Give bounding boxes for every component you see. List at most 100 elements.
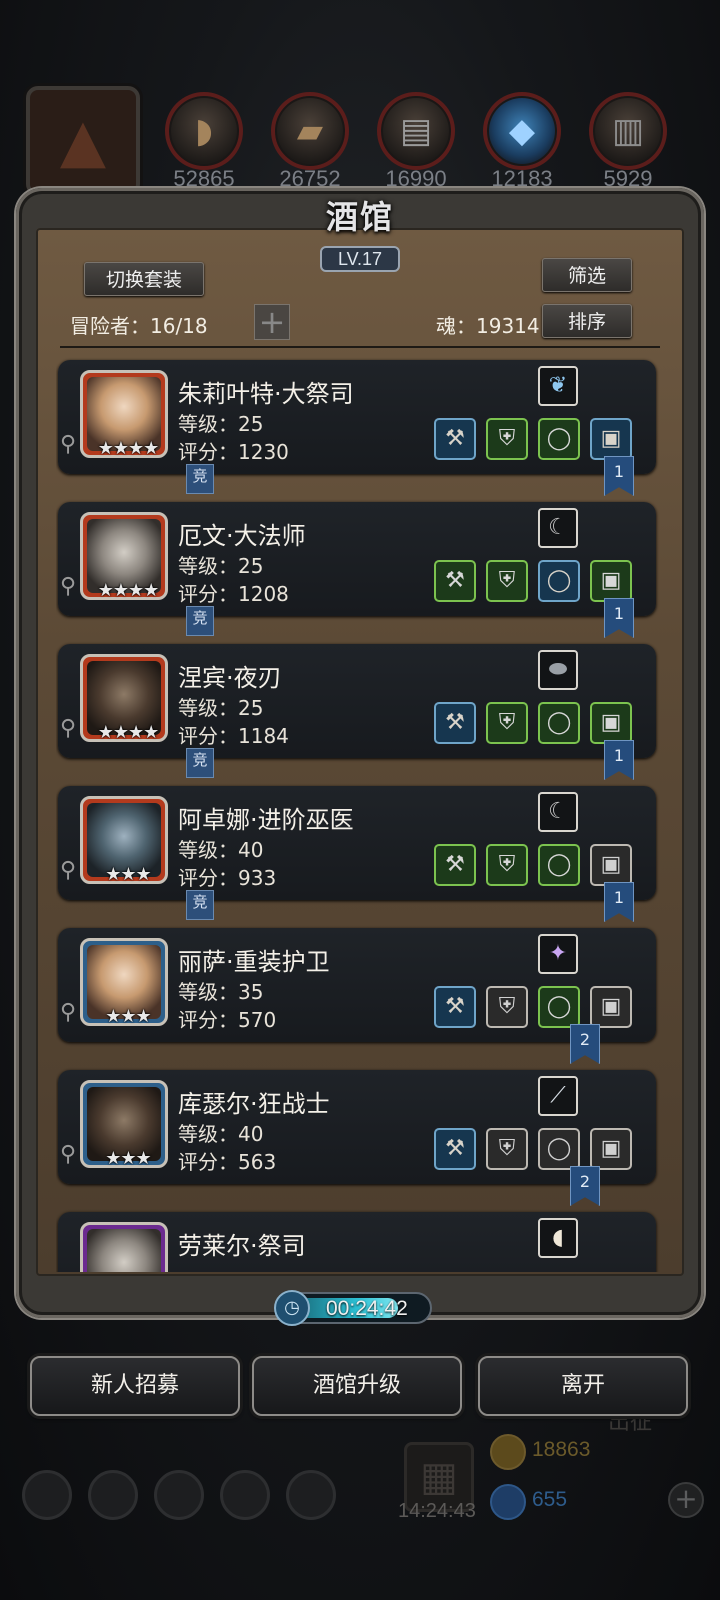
team-ribbon: 1	[604, 456, 634, 496]
equipment-slot-icon[interactable]: ⚒	[434, 844, 476, 886]
resource-crystal: ◆ 12183	[480, 86, 564, 192]
hero-row[interactable]: ★★★★ ⚲ 涅宾·夜刃 等级：25 评分：1184 ⬬ ⚒ ⛨ ◯ ▣ 竞 1	[56, 640, 660, 784]
claw-skill-icon[interactable]: ☾	[538, 792, 578, 832]
equipment-slot-icon[interactable]: ▣	[590, 986, 632, 1028]
crystal-icon: ◆	[508, 111, 536, 151]
arena-tag: 竞	[186, 748, 214, 778]
gear-icon	[22, 1470, 72, 1520]
hero-row[interactable]: ★★★★ ⚲ 朱莉叶特·大祭司 等级：25 评分：1230 ❦ ⚒ ⛨ ◯ ▣ 竞 1	[56, 356, 660, 500]
timer-text: 00:24:42	[326, 1297, 408, 1320]
equipment-slot-icon[interactable]: ⚒	[434, 986, 476, 1028]
hero-card[interactable]: ★★★★ ⚲ 厄文·大法师 等级：25 评分：1208 ☾ ⚒ ⛨ ◯ ▣	[58, 502, 656, 616]
blade-skill-icon[interactable]: ⟋	[538, 1076, 578, 1116]
resource-wood: ▰ 26752	[268, 86, 352, 192]
add-adventurer-button[interactable]: +	[254, 304, 290, 340]
equipment-slot-icon[interactable]: ⛨	[486, 702, 528, 744]
hero-name: 丽萨·重装护卫	[178, 948, 330, 976]
equipment-slot-icon[interactable]: ⚒	[434, 1128, 476, 1170]
adventurer-icon: ⚲	[60, 432, 77, 457]
hero-card[interactable]: 劳莱尔·祭司 ◖	[58, 1212, 656, 1272]
stone-skill-icon[interactable]: ⬬	[538, 650, 578, 690]
equipment-slot-icon[interactable]: ▣	[590, 560, 632, 602]
castle-icon	[154, 1470, 204, 1520]
hero-portrait[interactable]	[80, 1222, 168, 1272]
resource-iron: ▤ 16990	[374, 86, 458, 192]
switch-outfit-button[interactable]: 切换套装	[84, 262, 204, 296]
equipment-slot-icon[interactable]: ▣	[590, 418, 632, 460]
hero-row[interactable]: ★★★ ⚲ 阿卓娜·进阶巫医 等级：40 评分：933 ☾ ⚒ ⛨ ◯ ▣ 竞 1	[56, 782, 660, 926]
star-rating: ★★★★	[97, 580, 160, 601]
hero-level: 等级：40	[178, 838, 264, 862]
star-rating: ★★★★	[97, 722, 160, 743]
hero-score: 评分：1230	[178, 440, 289, 464]
hero-score: 评分：563	[178, 1150, 277, 1174]
adventurer-icon: ⚲	[60, 858, 77, 883]
hero-level: 等级：25	[178, 696, 264, 720]
equipment-slot-icon[interactable]: ▣	[590, 702, 632, 744]
filter-button[interactable]: 筛选	[542, 258, 632, 292]
add-currency-icon: +	[668, 1482, 704, 1518]
gem-skill-icon[interactable]: ✦	[538, 934, 578, 974]
hero-list[interactable]: ★★★★ ⚲ 朱莉叶特·大祭司 等级：25 评分：1230 ❦ ⚒ ⛨ ◯ ▣ 竞 1 ★★★★ ⚲ 厄文·…	[56, 356, 660, 1272]
equipment-slot-icon[interactable]: ⛨	[486, 844, 528, 886]
team-ribbon: 1	[604, 598, 634, 638]
equipment-slot-icon[interactable]: ◯	[538, 560, 580, 602]
equipment-slot-icon[interactable]: ◯	[538, 986, 580, 1028]
gift-timer: 14:24:43	[398, 1500, 476, 1522]
claw-skill-icon[interactable]: ☾	[538, 508, 578, 548]
hero-score: 评分：570	[178, 1008, 277, 1032]
equipment-slot-icon[interactable]: ⛨	[486, 560, 528, 602]
recruit-button[interactable]: 新人招募	[30, 1356, 240, 1416]
equipment-slot-icon[interactable]: ◯	[538, 844, 580, 886]
equipment-slot-icon[interactable]: ⚒	[434, 560, 476, 602]
hero-level: 等级：25	[178, 412, 264, 436]
hero-row[interactable]: 劳莱尔·祭司 ◖	[56, 1208, 660, 1272]
hero-row[interactable]: ★★★★ ⚲ 厄文·大法师 等级：25 评分：1208 ☾ ⚒ ⛨ ◯ ▣ 竞 1	[56, 498, 660, 642]
sort-button[interactable]: 排序	[542, 304, 632, 338]
refresh-timer: ◷ 00:24:42	[274, 1290, 432, 1326]
equipment-slot-icon[interactable]: ◯	[538, 702, 580, 744]
gold-amount: 18863	[532, 1438, 591, 1461]
star-rating: ★★★	[105, 1148, 151, 1169]
panel-title: 酒馆	[325, 198, 394, 236]
equipment-slot-icon[interactable]: ⛨	[486, 986, 528, 1028]
wing-skill-icon[interactable]: ❦	[538, 366, 578, 406]
equipment-slot-icon[interactable]: ▣	[590, 1128, 632, 1170]
hero-name: 库瑟尔·狂战士	[178, 1090, 330, 1118]
equipment-slot-icon[interactable]: ⚒	[434, 418, 476, 460]
mail-icon	[220, 1470, 270, 1520]
hero-row[interactable]: ★★★ ⚲ 丽萨·重装护卫 等级：35 评分：570 ✦ ⚒ ⛨ ◯ ▣ 2	[56, 924, 660, 1068]
resource-meat: ◗ 52865	[162, 86, 246, 192]
adventurer-icon: ⚲	[60, 574, 77, 599]
panel-title-banner: 酒馆	[260, 192, 460, 244]
clock-icon: ◷	[274, 1290, 310, 1326]
hero-card[interactable]: ★★★★ ⚲ 朱莉叶特·大祭司 等级：25 评分：1230 ❦ ⚒ ⛨ ◯ ▣	[58, 360, 656, 474]
equipment-slot-icon[interactable]: ◯	[538, 418, 580, 460]
upgrade-tavern-button[interactable]: 酒馆升级	[252, 1356, 462, 1416]
hero-name: 涅宾·夜刃	[178, 664, 282, 692]
hero-name: 阿卓娜·进阶巫医	[178, 806, 354, 834]
leave-button[interactable]: 离开	[478, 1356, 688, 1416]
hero-row[interactable]: ★★★ ⚲ 库瑟尔·狂战士 等级：40 评分：563 ⟋ ⚒ ⛨ ◯ ▣ 2	[56, 1066, 660, 1210]
team-ribbon: 2	[570, 1024, 600, 1064]
hero-card[interactable]: ★★★ ⚲ 阿卓娜·进阶巫医 等级：40 评分：933 ☾ ⚒ ⛨ ◯ ▣	[58, 786, 656, 900]
equipment-slot-icon[interactable]: ⛨	[486, 418, 528, 460]
gem-icon	[490, 1484, 526, 1520]
horn-skill-icon[interactable]: ◖	[538, 1218, 578, 1258]
hero-card[interactable]: ★★★ ⚲ 丽萨·重装护卫 等级：35 评分：570 ✦ ⚒ ⛨ ◯ ▣	[58, 928, 656, 1042]
equipment-slot-icon[interactable]: ⚒	[434, 702, 476, 744]
gold-coin-icon	[490, 1434, 526, 1470]
equipment-slot-icon[interactable]: ◯	[538, 1128, 580, 1170]
equipment-slot-icon[interactable]: ▣	[590, 844, 632, 886]
adventurer-count: 冒险者：16/18	[70, 314, 208, 338]
hero-name: 劳莱尔·祭司	[178, 1232, 306, 1260]
equipment-slot-icon[interactable]: ⛨	[486, 1128, 528, 1170]
team-ribbon: 1	[604, 740, 634, 780]
hero-score: 评分：1208	[178, 582, 289, 606]
team-ribbon: 2	[570, 1166, 600, 1206]
hero-card[interactable]: ★★★ ⚲ 库瑟尔·狂战士 等级：40 评分：563 ⟋ ⚒ ⛨ ◯ ▣	[58, 1070, 656, 1184]
hero-name: 朱莉叶特·大祭司	[178, 380, 354, 408]
hero-card[interactable]: ★★★★ ⚲ 涅宾·夜刃 等级：25 评分：1184 ⬬ ⚒ ⛨ ◯ ▣	[58, 644, 656, 758]
hooded-figure-icon: ▲	[26, 86, 140, 196]
stone-icon: ▥	[611, 111, 645, 151]
